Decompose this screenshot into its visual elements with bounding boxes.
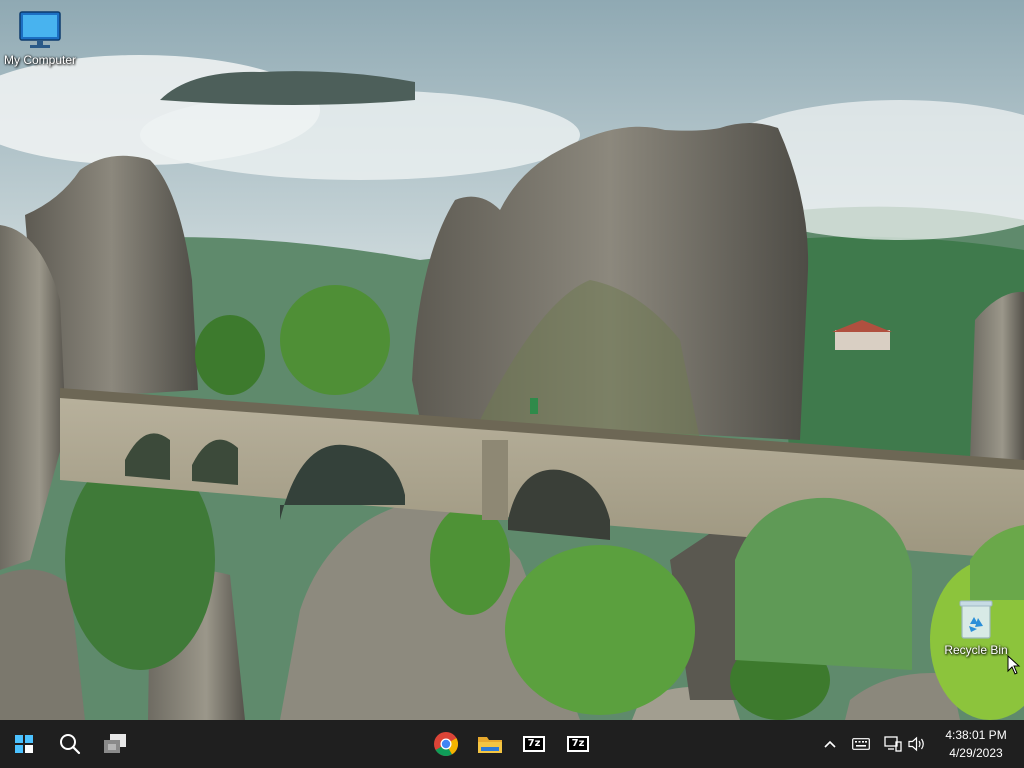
- taskbar: 7z 7z 4:38:01 PM 4/29/2023: [0, 720, 1024, 768]
- wallpaper-landscape: [0, 0, 1024, 720]
- windows-start-icon: [15, 735, 33, 753]
- chrome-icon: [434, 732, 459, 757]
- chevron-up-icon: [824, 740, 836, 748]
- recycle-bin-icon: [959, 600, 993, 639]
- desktop-icon-recycle-bin[interactable]: Recycle Bin: [936, 598, 1016, 657]
- chrome-taskbar-button[interactable]: [426, 724, 466, 764]
- monitor-icon: [19, 11, 61, 48]
- mouse-cursor-icon: [1007, 655, 1021, 675]
- desktop-icon-label: My Computer: [3, 53, 77, 67]
- search-button[interactable]: [50, 724, 90, 764]
- distant-house: [835, 330, 890, 350]
- clock-date: 4/29/2023: [949, 746, 1003, 760]
- desktop-icon-label: Recycle Bin: [944, 643, 1008, 657]
- file-explorer-icon: [478, 737, 502, 753]
- sevenzip-icon: 7z: [523, 736, 545, 752]
- search-icon: [60, 734, 81, 755]
- keyboard-icon: [852, 738, 870, 750]
- task-view-button[interactable]: [95, 724, 135, 764]
- clock-time: 4:38:01 PM: [945, 728, 1007, 742]
- volume-button[interactable]: [904, 720, 930, 768]
- sevenzip-icon: 7z: [567, 736, 589, 752]
- start-button[interactable]: [4, 724, 44, 764]
- sevenzip-taskbar-button[interactable]: 7z: [514, 724, 554, 764]
- desktop-icon-my-computer[interactable]: My Computer: [0, 10, 80, 67]
- show-hidden-icons-button[interactable]: [818, 720, 842, 768]
- sevenzip-taskbar-button-2[interactable]: 7z: [558, 724, 598, 764]
- green-sign: [530, 398, 538, 414]
- file-explorer-taskbar-button[interactable]: [470, 724, 510, 764]
- task-view-icon: [104, 734, 126, 753]
- network-button[interactable]: [880, 720, 906, 768]
- network-icon: [884, 736, 902, 752]
- desktop-wallpaper: [0, 0, 1024, 720]
- keyboard-button[interactable]: [848, 720, 874, 768]
- volume-icon: [908, 736, 924, 752]
- taskbar-clock[interactable]: 4:38:01 PM 4/29/2023: [934, 726, 1018, 762]
